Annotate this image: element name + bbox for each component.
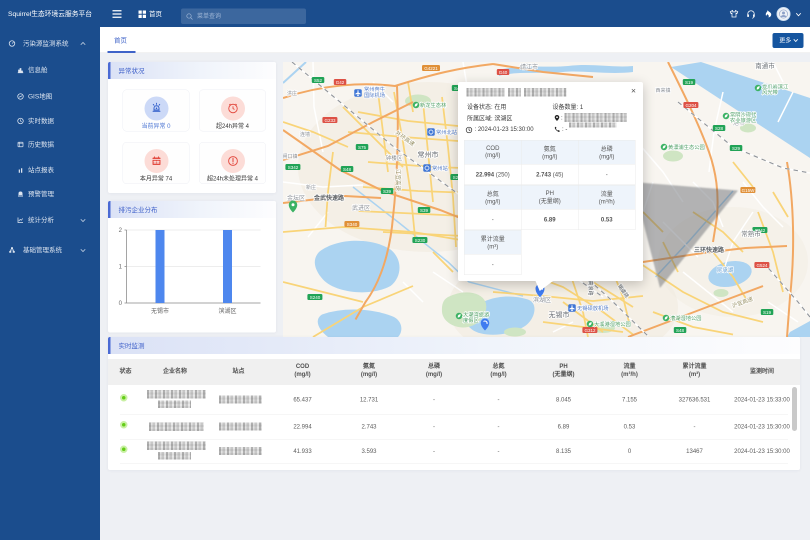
svg-text:无锡硕放机场: 无锡硕放机场 <box>577 304 609 312</box>
svg-text:风光带: 风光带 <box>762 88 778 96</box>
svg-text:S48: S48 <box>676 328 685 333</box>
svg-text:S230: S230 <box>415 238 426 243</box>
svg-text:G312: G312 <box>584 328 596 333</box>
svg-text:南通市: 南通市 <box>755 62 775 70</box>
svg-text:无锡市: 无锡市 <box>549 310 570 319</box>
svg-text:新庄: 新庄 <box>306 184 316 191</box>
svg-text:S19: S19 <box>685 80 694 85</box>
svg-text:靖江市: 靖江市 <box>520 63 538 71</box>
svg-text:无锡市: 无锡市 <box>151 307 169 315</box>
svg-text:S48: S48 <box>343 167 352 172</box>
svg-text:洪庄: 洪庄 <box>287 90 297 97</box>
svg-text:S342: S342 <box>288 165 299 170</box>
svg-text:S28: S28 <box>715 126 724 131</box>
svg-text:大溪港湿地公园: 大溪港湿地公园 <box>594 320 631 328</box>
svg-text:G233: G233 <box>324 118 336 123</box>
svg-text:滨湖区: 滨湖区 <box>218 307 236 315</box>
svg-text:闸口镇: 闸口镇 <box>283 153 298 160</box>
svg-text:漕湖湿地公园: 漕湖湿地公园 <box>670 314 702 322</box>
svg-text:1: 1 <box>119 265 123 271</box>
svg-text:农业旅游区: 农业旅游区 <box>730 116 756 124</box>
svg-text:S29: S29 <box>732 146 741 151</box>
svg-text:G524: G524 <box>756 263 768 268</box>
svg-text:0: 0 <box>119 301 123 307</box>
svg-text:常州市: 常州市 <box>418 150 439 159</box>
svg-text:滨湖区: 滨湖区 <box>533 296 551 304</box>
svg-text:常州北站: 常州北站 <box>436 128 458 136</box>
svg-text:S240: S240 <box>310 295 321 300</box>
svg-text:G4221: G4221 <box>424 66 438 71</box>
svg-text:G204: G204 <box>685 103 697 108</box>
svg-text:高浪路: 高浪路 <box>587 280 594 295</box>
svg-text:S39: S39 <box>420 208 429 213</box>
svg-text:常州站: 常州站 <box>432 164 448 172</box>
svg-text:S19: S19 <box>763 310 772 315</box>
svg-text:G40: G40 <box>499 70 508 75</box>
svg-text:武进区: 武进区 <box>352 204 370 212</box>
svg-text:S340: S340 <box>347 222 358 227</box>
svg-text:黄潥浦生态公园: 黄潥浦生态公园 <box>668 143 705 151</box>
svg-text:S75: S75 <box>358 145 367 150</box>
svg-text:连墙: 连墙 <box>300 131 310 138</box>
svg-text:钟楼区: 钟楼区 <box>386 154 403 162</box>
svg-text:金武快速路: 金武快速路 <box>313 194 345 202</box>
svg-text:国际机场: 国际机场 <box>364 91 385 99</box>
svg-text:S39: S39 <box>383 189 392 194</box>
svg-text:西来镇: 西来镇 <box>655 87 670 94</box>
svg-text:昆承湖: 昆承湖 <box>717 266 734 274</box>
svg-text:常州奔牛: 常州奔牛 <box>364 85 385 93</box>
svg-text:三环快速路: 三环快速路 <box>694 246 725 254</box>
svg-text:2: 2 <box>119 228 123 234</box>
svg-text:G42: G42 <box>336 80 345 85</box>
svg-text:G15W: G15W <box>742 188 756 193</box>
svg-text:新龙生态林: 新龙生态林 <box>420 101 447 109</box>
svg-text:常熟市: 常熟市 <box>741 229 761 238</box>
svg-text:S52: S52 <box>314 78 323 83</box>
svg-text:金坛区: 金坛区 <box>287 194 305 202</box>
svg-text:度假区: 度假区 <box>463 316 479 324</box>
